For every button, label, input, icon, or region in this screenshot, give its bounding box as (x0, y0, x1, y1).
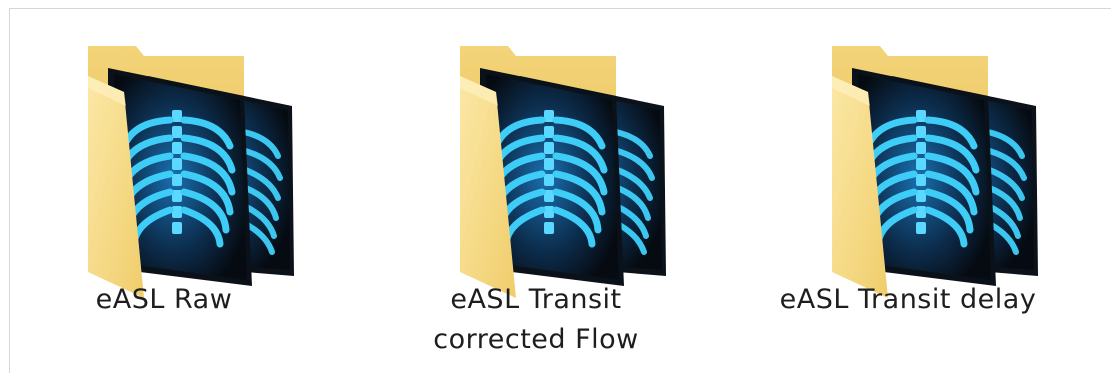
folder-item-easl-transit-delay[interactable]: eASL Transit delay (758, 36, 1058, 356)
folder-name: eASL Transit delay (779, 284, 1037, 315)
folder-name: eASL Raw (95, 284, 233, 315)
xray-folder-icon (758, 36, 1058, 276)
xray-folder-icon (14, 36, 314, 276)
xray-folder-icon (386, 36, 686, 276)
folder-item-easl-raw[interactable]: eASL Raw (14, 36, 314, 356)
folder-name: eASL Transit corrected Flow (433, 284, 639, 355)
folder-item-easl-transit-corrected-flow[interactable]: eASL Transit corrected Flow (386, 36, 686, 356)
